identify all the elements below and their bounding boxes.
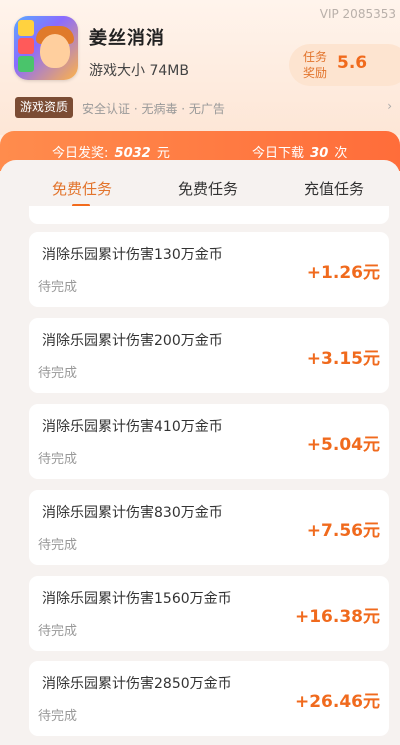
security-certs: 安全认证 · 无病毒 · 无广告 bbox=[82, 102, 225, 116]
chevron-right-icon[interactable]: › bbox=[387, 99, 392, 113]
task-card-partial bbox=[29, 206, 389, 224]
task-reward: +5.04元 bbox=[306, 435, 380, 455]
task-reward-pill: 任务奖励 5.6 bbox=[289, 44, 400, 86]
qualification-badge: 游戏资质 bbox=[15, 97, 74, 118]
task-status: 待完成 bbox=[38, 538, 78, 553]
task-tabs: 免费任务 免费任务 充值任务 bbox=[0, 160, 400, 207]
task-status: 待完成 bbox=[38, 624, 78, 639]
task-name: 消除乐园累计伤害410万金币 bbox=[42, 419, 223, 435]
game-size: 游戏大小 74MB bbox=[89, 63, 189, 79]
task-card[interactable]: 消除乐园累计伤害830万金币 待完成 +7.56元 bbox=[29, 490, 389, 565]
reward-label: 任务奖励 bbox=[302, 50, 327, 80]
tab-recharge-tasks[interactable]: 充值任务 bbox=[304, 178, 364, 199]
icon-block bbox=[18, 38, 34, 54]
task-status: 待完成 bbox=[38, 366, 78, 381]
task-reward: +7.56元 bbox=[306, 521, 380, 541]
qualification-row[interactable]: 游戏资质 安全认证 · 无病毒 · 无广告 › bbox=[0, 96, 400, 120]
tab-free-tasks-2[interactable]: 免费任务 bbox=[178, 178, 238, 199]
task-name: 消除乐园累计伤害1560万金币 bbox=[42, 591, 232, 607]
icon-character-face bbox=[40, 34, 70, 68]
task-card[interactable]: 消除乐园累计伤害2850万金币 待完成 +26.46元 bbox=[29, 661, 389, 736]
today-payout-value: 5032 bbox=[114, 146, 151, 161]
task-card[interactable]: 消除乐园累计伤害1560万金币 待完成 +16.38元 bbox=[29, 576, 389, 651]
today-payout: 今日发奖: 5032 元 bbox=[52, 142, 170, 161]
today-payout-unit: 元 bbox=[156, 146, 170, 161]
task-reward: +16.38元 bbox=[294, 607, 380, 627]
task-name: 消除乐园累计伤害2850万金币 bbox=[42, 676, 232, 692]
task-card[interactable]: 消除乐园累计伤害410万金币 待完成 +5.04元 bbox=[29, 404, 389, 479]
task-reward: +1.26元 bbox=[306, 263, 380, 283]
today-payout-label: 今日发奖: bbox=[52, 146, 109, 161]
task-card[interactable]: 消除乐园累计伤害130万金币 待完成 +1.26元 bbox=[29, 232, 389, 307]
task-name: 消除乐园累计伤害830万金币 bbox=[42, 505, 223, 521]
today-downloads-value: 30 bbox=[310, 146, 329, 161]
task-status: 待完成 bbox=[38, 280, 78, 295]
today-downloads-unit: 次 bbox=[334, 146, 348, 161]
today-downloads-label: 今日下载 bbox=[252, 146, 305, 161]
game-app-icon[interactable] bbox=[14, 16, 78, 80]
game-title: 姜丝消消 bbox=[89, 28, 165, 49]
today-downloads: 今日下载 30 次 bbox=[252, 142, 347, 161]
reward-value: 5.6 bbox=[337, 53, 368, 73]
task-reward: +3.15元 bbox=[306, 349, 380, 369]
task-card[interactable]: 消除乐园累计伤害200万金币 待完成 +3.15元 bbox=[29, 318, 389, 393]
task-name: 消除乐园累计伤害130万金币 bbox=[42, 247, 223, 263]
tab-free-tasks[interactable]: 免费任务 bbox=[52, 178, 112, 199]
task-reward: +26.46元 bbox=[294, 692, 380, 712]
icon-block bbox=[18, 20, 34, 36]
task-status: 待完成 bbox=[38, 452, 78, 467]
task-name: 消除乐园累计伤害200万金币 bbox=[42, 333, 223, 349]
icon-block bbox=[18, 56, 34, 72]
task-status: 待完成 bbox=[38, 709, 78, 724]
vip-id: VIP 2085353 bbox=[319, 7, 396, 21]
